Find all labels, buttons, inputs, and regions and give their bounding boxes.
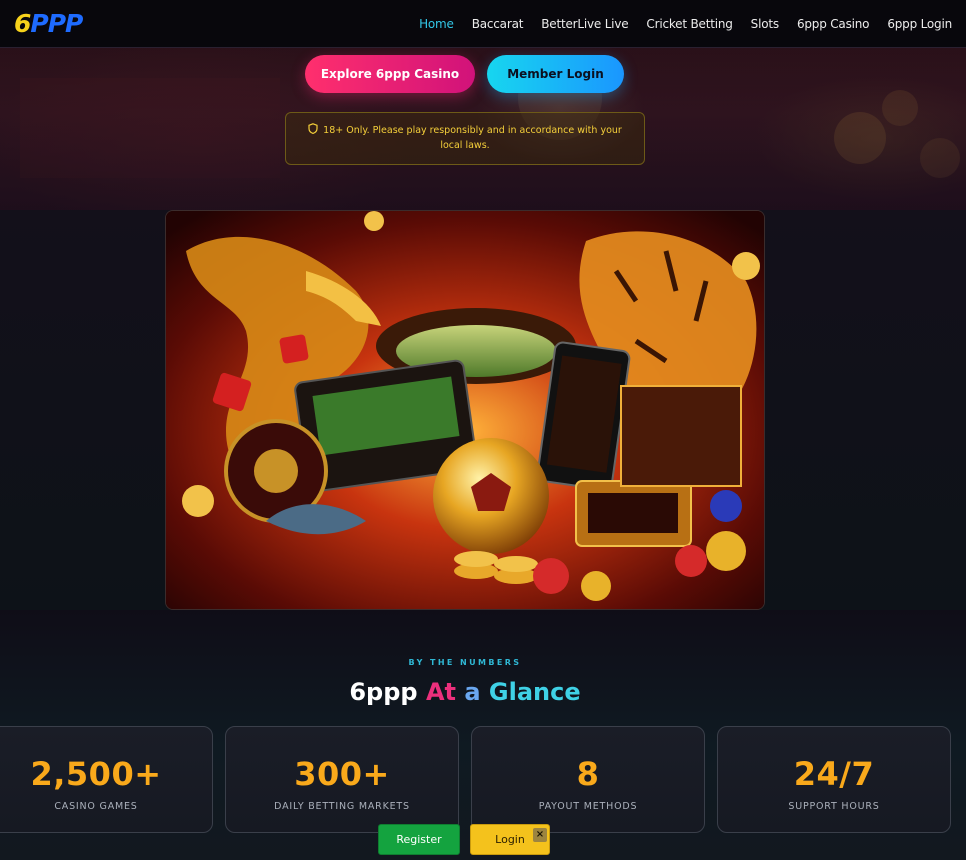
hero-section: Explore 6ppp Casino Member Login 18+ Onl… [0, 48, 966, 210]
nav-slots[interactable]: Slots [751, 17, 779, 31]
stat-number: 8 [576, 755, 600, 793]
title-word-glance: Glance [488, 678, 581, 706]
stat-label: SUPPORT HOURS [788, 801, 880, 812]
floating-register-button[interactable]: Register [378, 824, 460, 855]
nav-6ppp-casino[interactable]: 6ppp Casino [797, 17, 870, 31]
logo-ppp: PPP [30, 9, 83, 38]
nav-6ppp-login[interactable]: 6ppp Login [887, 17, 952, 31]
main-menu: Home Baccarat BetterLive Live Cricket Be… [419, 17, 952, 31]
top-navbar: 6PPP Home Baccarat BetterLive Live Crick… [0, 0, 966, 48]
nav-baccarat[interactable]: Baccarat [472, 17, 524, 31]
explore-casino-button[interactable]: Explore 6ppp Casino [305, 55, 475, 93]
stats-kicker: BY THE NUMBERS [408, 658, 522, 667]
stat-label: DAILY BETTING MARKETS [274, 801, 410, 812]
logo-six: 6 [14, 9, 31, 38]
shield-icon [308, 123, 318, 134]
title-word-at: At [425, 678, 456, 706]
site-logo[interactable]: 6PPP [14, 9, 83, 38]
nav-cricket-betting[interactable]: Cricket Betting [646, 17, 732, 31]
stat-card-betting-markets: 300+ DAILY BETTING MARKETS [225, 726, 459, 833]
nav-betterlive-live[interactable]: BetterLive Live [541, 17, 628, 31]
stat-number: 24/7 [793, 755, 875, 793]
stat-card-payout-methods: 8 PAYOUT METHODS [471, 726, 705, 833]
stat-number: 300+ [294, 755, 390, 793]
member-login-button[interactable]: Member Login [487, 55, 624, 93]
notice-text: 18+ Only. Please play responsibly and in… [323, 125, 622, 151]
stats-title: 6ppp At a Glance [0, 678, 930, 706]
responsible-gaming-notice: 18+ Only. Please play responsibly and in… [285, 112, 645, 165]
stat-number: 2,500+ [30, 755, 162, 793]
stat-card-casino-games: 2,500+ CASINO GAMES [0, 726, 213, 833]
close-icon[interactable]: × [533, 828, 547, 842]
stat-label: CASINO GAMES [54, 801, 138, 812]
stat-card-support-hours: 24/7 SUPPORT HOURS [717, 726, 951, 833]
title-word-a: a [464, 678, 481, 706]
hero-banner-image [165, 210, 765, 610]
title-brand: 6ppp [349, 678, 418, 706]
stat-label: PAYOUT METHODS [538, 801, 638, 812]
nav-home[interactable]: Home [419, 17, 454, 31]
